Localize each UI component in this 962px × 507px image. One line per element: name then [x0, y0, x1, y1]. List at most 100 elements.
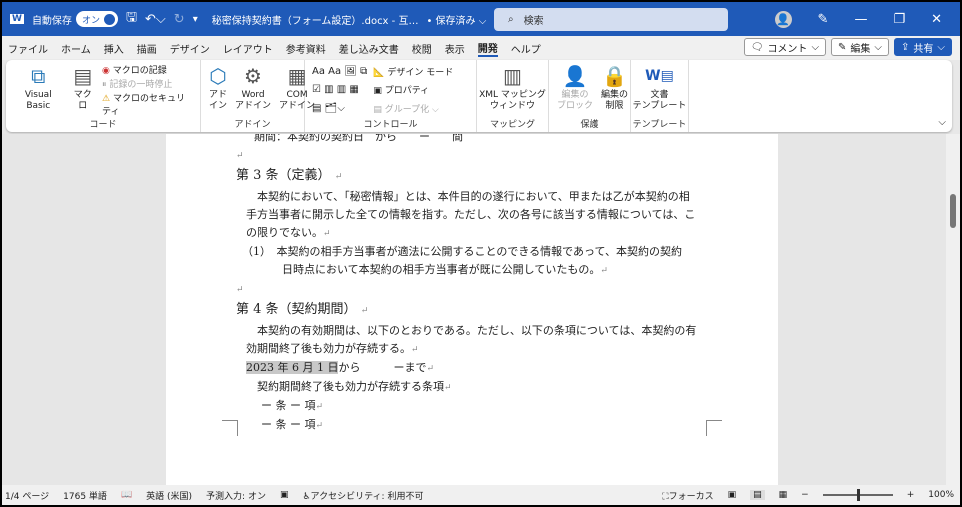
- proofing-icon[interactable]: 📖: [121, 490, 132, 500]
- zoom-in-button[interactable]: +: [907, 490, 915, 500]
- com-addin-icon: ▦: [287, 64, 307, 88]
- group-controls: Aa Aa 🖼 ⧉ ☑ ▥ ▥ ▦ ▤ 🗂⌵ 📐 デザイン モード ▣ プロパテ…: [305, 60, 477, 132]
- restrict-editing-button[interactable]: 🔒 編集の 制限: [597, 62, 632, 118]
- content-controls-row2[interactable]: ☑ ▥ ▥ ▦: [312, 84, 367, 95]
- word-template-icon: W▤: [645, 68, 674, 84]
- scrollbar-thumb[interactable]: [950, 194, 956, 228]
- page-count[interactable]: 1/4 ページ: [5, 489, 49, 502]
- tab-5[interactable]: レイアウト: [223, 41, 273, 56]
- autosave-state: オン: [81, 15, 100, 26]
- zoom-slider-thumb[interactable]: [856, 489, 860, 501]
- customize-qat-icon[interactable]: ▾: [193, 14, 198, 25]
- content-controls-row1[interactable]: Aa Aa 🖼 ⧉: [312, 66, 367, 77]
- tab-9[interactable]: 表示: [445, 41, 465, 56]
- comment-button[interactable]: 🗨 コメント ⌵: [743, 38, 827, 56]
- paragraph: 契約期間終了後も効力が存続する条項↵: [236, 378, 706, 397]
- account-avatar-icon[interactable]: 👤: [774, 10, 792, 28]
- label: アクセシビリティ: 利用不可: [310, 491, 424, 502]
- text: 効期間終了後も効力が存続する。: [246, 342, 411, 355]
- block-authors-button[interactable]: 👤 編集の ブロック: [553, 62, 597, 118]
- minimize-icon[interactable]: —: [854, 12, 867, 27]
- save-status[interactable]: • 保存済み ⌵: [426, 12, 486, 27]
- paragraph-mark: ↵: [323, 229, 331, 239]
- pen-icon[interactable]: ✎: [818, 12, 829, 27]
- title-bar: W 自動保存 オン 🖫 ↶⌵ ↻ ▾ 秘密保持契約書（フォーム設定）.docx …: [2, 2, 960, 36]
- label: 編集の 制限: [601, 90, 629, 111]
- macro-button[interactable]: ▤ マクロ: [67, 62, 99, 118]
- share-button[interactable]: ⇪ 共有 ⌵: [894, 38, 952, 56]
- label: フォーカス: [668, 491, 714, 502]
- zoom-level[interactable]: 100%: [928, 490, 954, 500]
- macro-security-button[interactable]: ⚠ マクロのセキュリティ: [102, 91, 193, 117]
- paragraph-mark: ↵: [600, 266, 608, 276]
- save-icon[interactable]: 🖫: [126, 8, 137, 30]
- paragraph-mark: ↵: [444, 383, 452, 393]
- zoom-slider[interactable]: [822, 489, 893, 501]
- search-box[interactable]: ⌕ 検索: [494, 8, 728, 31]
- restore-icon[interactable]: ❐: [893, 12, 905, 27]
- redo-icon[interactable]: ↻: [174, 12, 185, 27]
- start-date-field[interactable]: 2023 年 6 月 1 日: [246, 361, 339, 374]
- language[interactable]: 英語 (米国): [146, 489, 192, 502]
- tab-2[interactable]: 挿入: [104, 41, 124, 56]
- content-controls-row3[interactable]: ▤ 🗂⌵: [312, 103, 367, 114]
- record-icon: ◉: [102, 65, 110, 76]
- read-mode-icon[interactable]: ▣: [728, 490, 737, 500]
- vertical-scrollbar[interactable]: [946, 134, 960, 485]
- record-macro-button[interactable]: ◉ マクロの記録: [102, 63, 193, 76]
- user-block-icon: 👤: [562, 64, 588, 88]
- properties-button[interactable]: ▣ プロパティ: [373, 83, 453, 96]
- tab-1[interactable]: ホーム: [61, 41, 91, 56]
- edit-mode-button[interactable]: ✎ 編集 ⌵: [831, 38, 890, 56]
- document-body[interactable]: 期間：本契約の契約日 から ー 間 ↵ 第 3 条（定義） ↵ 本契約において、…: [236, 134, 706, 435]
- autosave-toggle[interactable]: オン: [75, 11, 118, 27]
- share-icon: ⇪: [901, 41, 910, 53]
- word-count[interactable]: 1765 単語: [63, 489, 107, 502]
- group-button[interactable]: ▤ グループ化 ⌵: [373, 102, 453, 115]
- xml-mapping-button[interactable]: ▥ XML マッピング ウィンドウ: [475, 62, 550, 118]
- web-layout-icon[interactable]: ▦: [779, 490, 788, 500]
- visual-basic-button[interactable]: ⧉ Visual Basic: [10, 62, 67, 118]
- properties-icon: ▣: [373, 86, 382, 97]
- word-addin-button[interactable]: ⚙ Word アドイン: [231, 62, 275, 118]
- ribbon: ⧉ Visual Basic ▤ マクロ ◉ マクロの記録 ⏸ 記録の一時停止 ⚠ …: [6, 60, 952, 132]
- addin-button[interactable]: ⬡ アド イン: [205, 62, 231, 118]
- text: 日時点において本契約の相手方当事者が既に公開していたもの。: [282, 263, 601, 276]
- design-mode-button[interactable]: 📐 デザイン モード: [373, 65, 453, 78]
- tab-11[interactable]: ヘルプ: [511, 41, 541, 56]
- document-page[interactable]: 期間：本契約の契約日 から ー 間 ↵ 第 3 条（定義） ↵ 本契約において、…: [166, 134, 778, 485]
- group-label: テンプレート: [632, 120, 687, 130]
- label: Word アドイン: [235, 90, 272, 111]
- group-label: コード: [89, 120, 117, 130]
- undo-icon[interactable]: ↶⌵: [145, 12, 166, 27]
- tab-6[interactable]: 参考資料: [286, 41, 326, 56]
- zoom-out-button[interactable]: −: [801, 490, 809, 500]
- label: マクロのセキュリティ: [102, 94, 185, 118]
- accessibility-status[interactable]: ♿アクセシビリティ: 利用不可: [302, 489, 423, 502]
- tab-0[interactable]: ファイル: [8, 41, 48, 56]
- tab-8[interactable]: 校閲: [412, 41, 432, 56]
- paragraph-mark: ↵: [334, 172, 343, 182]
- warning-icon: ⚠: [102, 94, 111, 105]
- text: ー 条 ー 項: [250, 399, 316, 412]
- group-label: マッピング: [489, 120, 535, 130]
- print-layout-icon[interactable]: ▤: [750, 490, 765, 500]
- tab-3[interactable]: 描画: [137, 41, 157, 56]
- tab-4[interactable]: デザイン: [170, 41, 210, 56]
- label: グループ化: [384, 105, 430, 116]
- group-label: アドイン: [234, 120, 271, 130]
- collapse-ribbon-icon[interactable]: ⌵: [938, 117, 946, 128]
- ribbon-actions: 🗨 コメント ⌵ ✎ 編集 ⌵ ⇪ 共有 ⌵: [743, 38, 952, 56]
- focus-button[interactable]: ⛶フォーカス: [662, 489, 713, 502]
- tab-10[interactable]: 開発: [477, 40, 498, 57]
- macro-record-icon[interactable]: ▣: [280, 490, 289, 500]
- tab-7[interactable]: 差し込み文書: [339, 41, 399, 56]
- text: ー 条 ー 項: [250, 418, 316, 431]
- group-mapping: ▥ XML マッピング ウィンドウ マッピング: [477, 60, 549, 132]
- empty-paragraph: ↵: [236, 146, 706, 165]
- document-template-button[interactable]: W▤ 文書 テンプレート: [629, 62, 691, 118]
- text-predictions[interactable]: 予測入力: オン: [206, 489, 266, 502]
- label: マクロ: [73, 90, 92, 111]
- close-icon[interactable]: ✕: [931, 12, 942, 27]
- pause-recording-button[interactable]: ⏸ 記録の一時停止: [102, 77, 193, 90]
